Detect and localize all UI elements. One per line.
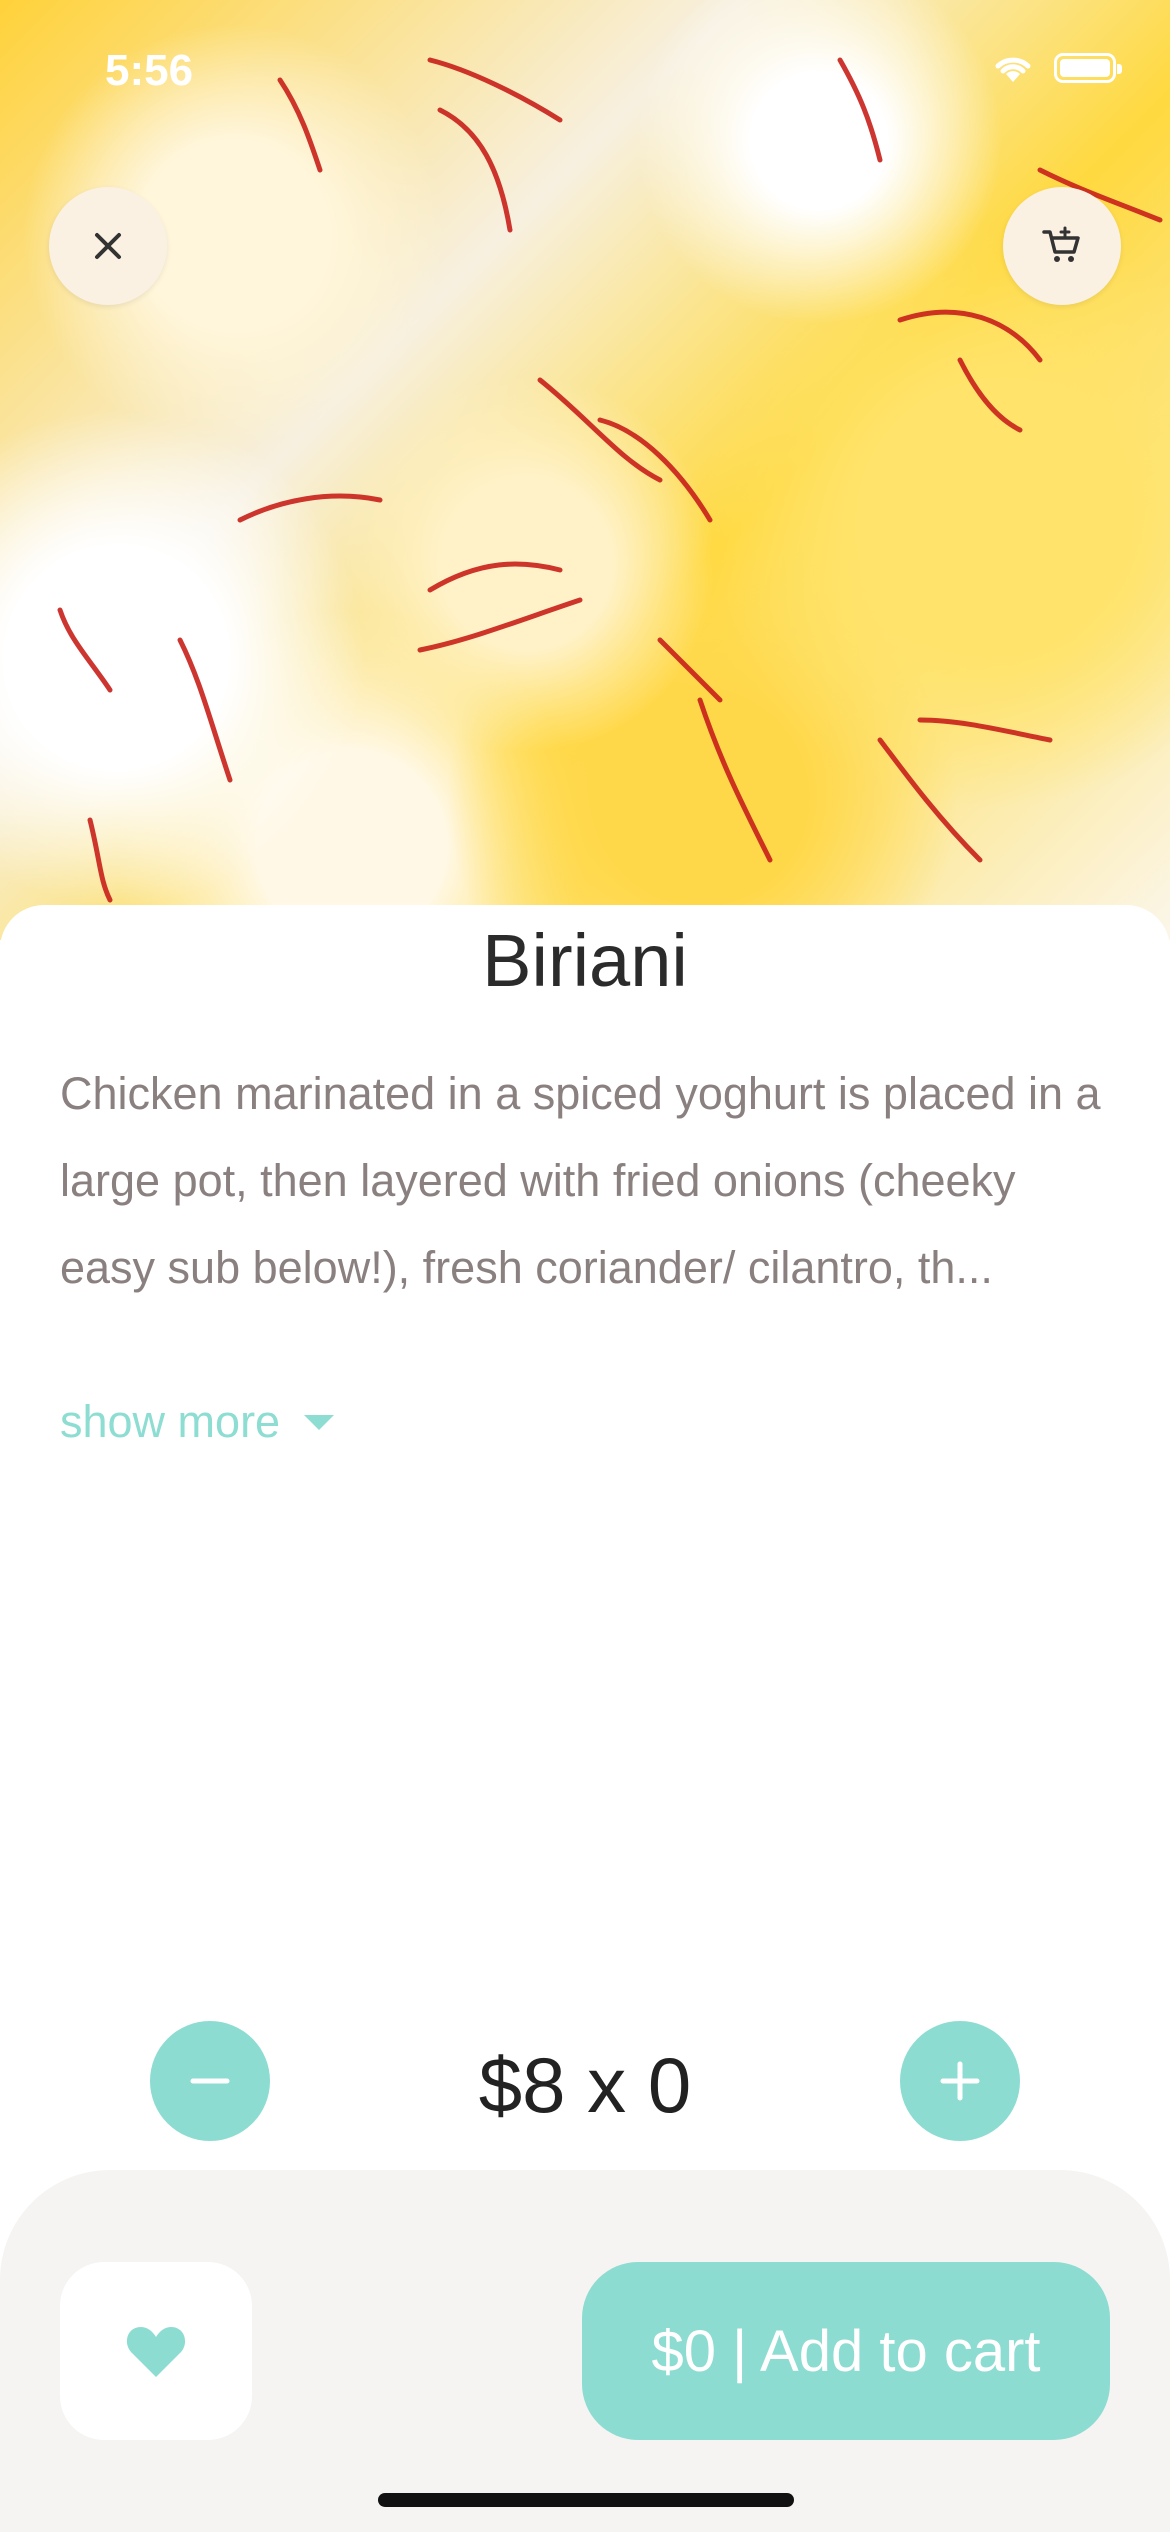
add-to-cart-label: $0 | Add to cart — [651, 2318, 1041, 2384]
show-more-label: show more — [60, 1396, 281, 1447]
product-description: Chicken marinated in a spiced yoghurt is… — [60, 1068, 1101, 1293]
cart-button[interactable] — [1003, 187, 1121, 305]
status-bar: 5:56 — [0, 0, 1170, 150]
battery-icon — [1054, 53, 1122, 83]
wifi-icon — [995, 57, 1031, 82]
plus-icon — [940, 2061, 980, 2101]
increase-quantity-button[interactable] — [900, 2021, 1020, 2141]
caret-down-icon — [304, 1414, 335, 1430]
product-title: Biriani — [482, 919, 688, 1002]
home-indicator — [378, 2493, 794, 2507]
close-icon — [95, 233, 121, 259]
status-time: 5:56 — [105, 46, 194, 95]
show-more-link[interactable]: show more — [60, 1396, 335, 1448]
cart-icon — [1042, 226, 1080, 262]
heart-icon — [126, 2327, 186, 2377]
favorite-button[interactable] — [60, 2262, 252, 2440]
close-button[interactable] — [49, 187, 167, 305]
add-to-cart-button[interactable]: $0 | Add to cart — [582, 2262, 1110, 2440]
